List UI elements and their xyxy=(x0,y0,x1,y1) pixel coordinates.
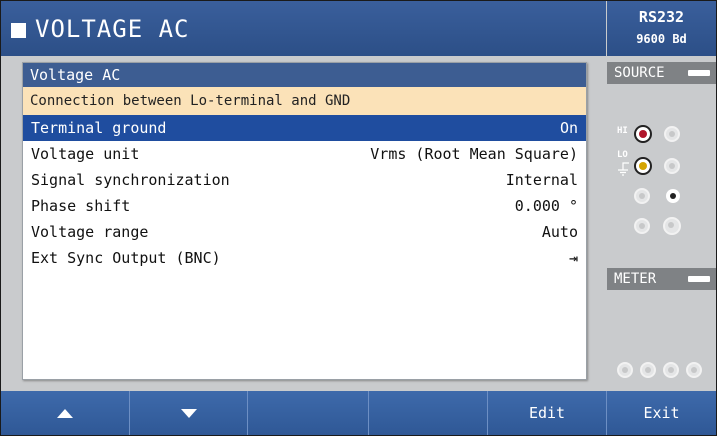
instrument-screen: VOLTAGE AC RS232 9600 Bd Voltage AC Conn… xyxy=(0,0,717,436)
screen-border xyxy=(0,0,717,436)
